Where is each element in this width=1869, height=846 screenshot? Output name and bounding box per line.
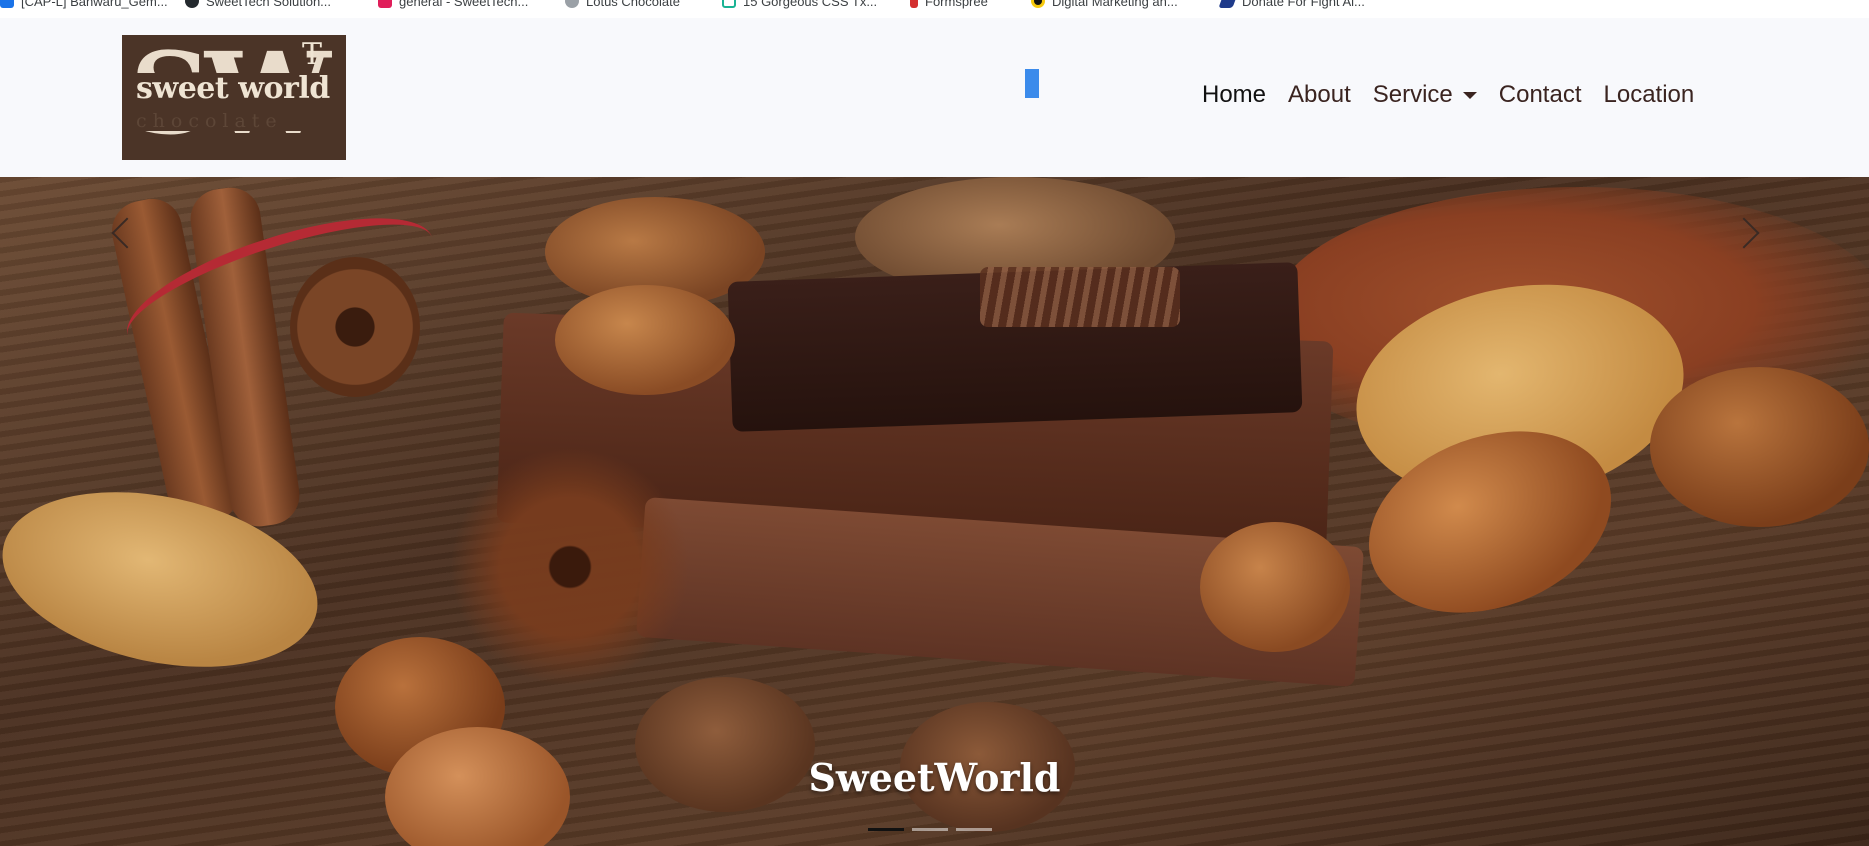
nav-about[interactable]: About: [1288, 81, 1351, 109]
formspree-icon: [910, 0, 918, 8]
blue-check-icon: [0, 0, 14, 8]
hero-carousel: SweetWorld: [0, 177, 1869, 846]
bookmark-label: Lotus Chocolate: [586, 0, 680, 9]
bookmark-item[interactable]: SweetTech Solution...: [185, 0, 331, 9]
bookmark-item[interactable]: Donate For Fight Ai...: [1218, 0, 1365, 9]
bookmarks-bar: [CAP-L] Banwaru_Gem... SweetTech Solutio…: [0, 0, 1869, 19]
donate-icon: [1218, 0, 1238, 8]
nav-home[interactable]: Home: [1202, 81, 1266, 109]
bookmark-label: Formspree: [925, 0, 988, 9]
bookmark-item[interactable]: [CAP-L] Banwaru_Gem...: [0, 0, 168, 9]
bookmark-label: SweetTech Solution...: [206, 0, 332, 9]
dm-icon: [1031, 0, 1045, 8]
navbar: SW T sweet world chocolate Home About Se…: [0, 18, 1869, 177]
bookmark-label: Donate For Fight Ai...: [1242, 0, 1365, 9]
logo-brand: sweet world: [136, 71, 330, 106]
main-nav: Home About Service Contact Location: [1202, 81, 1694, 109]
bookmark-label: [CAP-L] Banwaru_Gem...: [21, 0, 168, 9]
hazelnut-image: [555, 285, 735, 395]
logo-mark: T: [302, 37, 323, 72]
bookmark-item[interactable]: Digital Marketing an...: [1031, 0, 1178, 9]
nav-service-label: Service: [1372, 81, 1453, 108]
bookmark-item[interactable]: Formspree: [910, 0, 988, 9]
hero-caption: SweetWorld: [808, 755, 1061, 800]
bookmark-item[interactable]: Lotus Chocolate: [565, 0, 680, 9]
globe-icon: [565, 0, 579, 8]
codepen-icon: [722, 0, 736, 8]
slack-icon: [378, 0, 392, 8]
caret-down-icon: [1462, 92, 1477, 100]
logo[interactable]: SW T sweet world chocolate: [122, 35, 346, 160]
bookmark-item[interactable]: 15 Gorgeous CSS Tx...: [722, 0, 877, 9]
carousel-indicator[interactable]: [912, 828, 948, 831]
blue-marker: [1025, 69, 1039, 98]
bookmark-label: 15 Gorgeous CSS Tx...: [743, 0, 878, 9]
nav-service-dropdown[interactable]: Service: [1373, 81, 1477, 109]
nav-location[interactable]: Location: [1604, 81, 1695, 109]
carousel-indicator[interactable]: [956, 828, 992, 831]
logo-subtitle: chocolate: [136, 110, 283, 132]
carousel-indicators: [868, 828, 992, 831]
hazelnut-image: [1650, 367, 1869, 527]
github-icon: [185, 0, 199, 8]
nav-contact[interactable]: Contact: [1499, 81, 1582, 109]
carousel-indicator[interactable]: [868, 828, 904, 831]
chocolate-shavings-image: [980, 267, 1180, 327]
bookmark-label: general - SweetTech...: [399, 0, 529, 9]
bookmark-label: Digital Marketing an...: [1052, 0, 1178, 9]
bookmark-item[interactable]: general - SweetTech...: [378, 0, 528, 9]
hazelnut-image: [1200, 522, 1350, 652]
